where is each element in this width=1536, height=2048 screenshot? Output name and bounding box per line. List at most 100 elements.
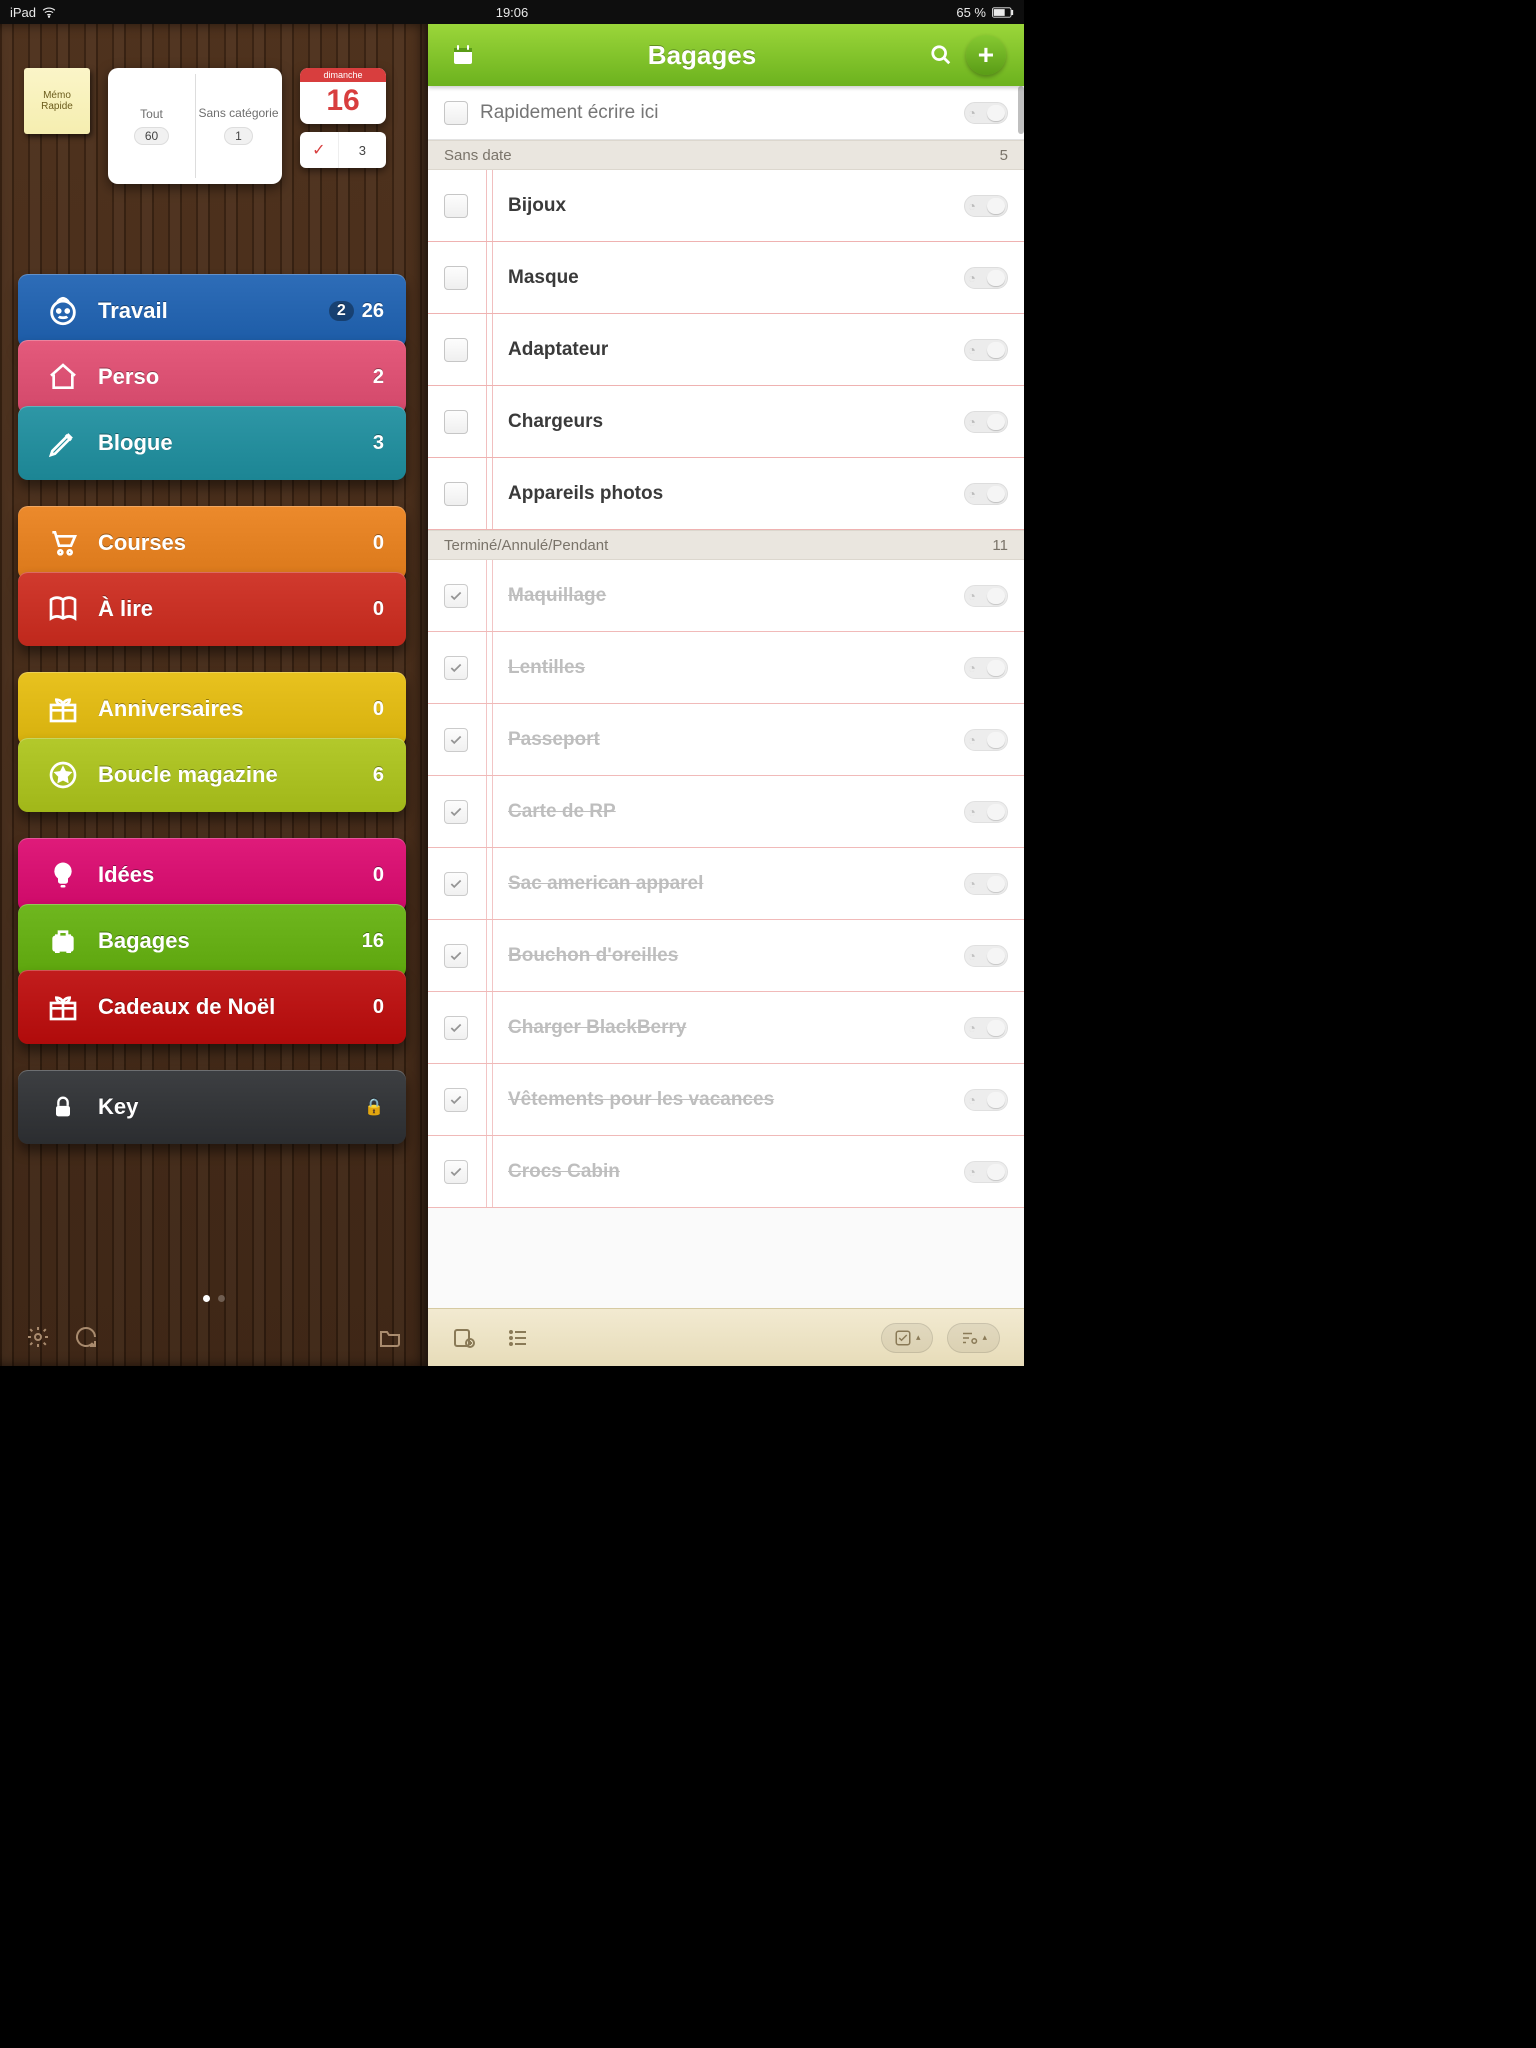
- category-key[interactable]: Key🔒: [18, 1070, 406, 1144]
- task-checkbox[interactable]: [444, 656, 468, 680]
- task-date-toggle[interactable]: [964, 585, 1008, 607]
- quick-add-date-toggle[interactable]: [964, 102, 1008, 124]
- category-bagages[interactable]: Bagages16: [18, 904, 406, 978]
- sync-button[interactable]: [72, 1323, 100, 1351]
- task-date-toggle[interactable]: [964, 1161, 1008, 1183]
- task-text: Chargeurs: [468, 411, 964, 433]
- search-button[interactable]: [924, 38, 958, 72]
- category-courses[interactable]: Courses0: [18, 506, 406, 580]
- category-label: À lire: [90, 596, 373, 622]
- task-checkbox[interactable]: [444, 194, 468, 218]
- category-label: Courses: [90, 530, 373, 556]
- category-travail[interactable]: Travail226: [18, 274, 406, 348]
- category-label: Cadeaux de Noël: [90, 994, 373, 1020]
- task-checkbox[interactable]: [444, 1016, 468, 1040]
- task-date-toggle[interactable]: [964, 411, 1008, 433]
- star-icon: [36, 759, 90, 791]
- category-label: Perso: [90, 364, 373, 390]
- page-indicator[interactable]: [203, 1295, 225, 1302]
- task-row[interactable]: Maquillage: [428, 560, 1024, 632]
- book-uncat-label: Sans catégorie: [198, 107, 278, 120]
- category-label: Bagages: [90, 928, 362, 954]
- status-bar: iPad 19:06 65 %: [0, 0, 1024, 24]
- calendar-widget[interactable]: dimanche 16: [300, 68, 386, 124]
- task-text: Masque: [468, 267, 964, 289]
- task-row[interactable]: Bouchon d'oreilles: [428, 920, 1024, 992]
- done-widget[interactable]: ✓ 3: [300, 132, 386, 168]
- task-row[interactable]: Masque: [428, 242, 1024, 314]
- task-date-toggle[interactable]: [964, 339, 1008, 361]
- task-checkbox[interactable]: [444, 584, 468, 608]
- task-row[interactable]: Adaptateur: [428, 314, 1024, 386]
- task-row[interactable]: Passeport: [428, 704, 1024, 776]
- category-label: Travail: [90, 298, 329, 324]
- wifi-icon: [42, 5, 56, 19]
- task-row[interactable]: Chargeurs: [428, 386, 1024, 458]
- task-checkbox[interactable]: [444, 1160, 468, 1184]
- task-checkbox[interactable]: [444, 728, 468, 752]
- task-checkbox[interactable]: [444, 944, 468, 968]
- task-date-toggle[interactable]: [964, 1089, 1008, 1111]
- lock-icon: 🔒: [364, 1097, 384, 1117]
- settings-button[interactable]: [24, 1323, 52, 1351]
- task-row[interactable]: Vêtements pour les vacances: [428, 1064, 1024, 1136]
- calendar-button[interactable]: [446, 38, 480, 72]
- task-date-toggle[interactable]: [964, 729, 1008, 751]
- category-label: Idées: [90, 862, 373, 888]
- battery-label: 65 %: [956, 5, 986, 20]
- task-text: Maquillage: [468, 585, 964, 607]
- task-row[interactable]: Carte de RP: [428, 776, 1024, 848]
- task-date-toggle[interactable]: [964, 1017, 1008, 1039]
- task-date-toggle[interactable]: [964, 267, 1008, 289]
- task-date-toggle[interactable]: [964, 483, 1008, 505]
- category-perso[interactable]: Perso2: [18, 340, 406, 414]
- category-blogue[interactable]: Blogue3: [18, 406, 406, 480]
- task-checkbox[interactable]: [444, 338, 468, 362]
- task-date-toggle[interactable]: [964, 657, 1008, 679]
- check-icon: ✓: [300, 132, 339, 168]
- task-row[interactable]: Crocs Cabin: [428, 1136, 1024, 1208]
- add-button[interactable]: +: [966, 35, 1006, 75]
- category-badge: 2: [329, 301, 354, 321]
- book-all-count: 60: [134, 127, 169, 145]
- edit-list-button[interactable]: [452, 1326, 476, 1350]
- task-checkbox[interactable]: [444, 800, 468, 824]
- task-row[interactable]: Charger BlackBerry: [428, 992, 1024, 1064]
- task-text: Lentilles: [468, 657, 964, 679]
- task-row[interactable]: Sac american apparel: [428, 848, 1024, 920]
- category-count: 0: [373, 598, 384, 621]
- task-row[interactable]: Bijoux: [428, 170, 1024, 242]
- task-checkbox[interactable]: [444, 266, 468, 290]
- task-text: Bouchon d'oreilles: [468, 945, 964, 967]
- category-label: Key: [90, 1094, 364, 1120]
- folder-button[interactable]: [376, 1323, 404, 1351]
- task-checkbox[interactable]: [444, 482, 468, 506]
- task-row[interactable]: Appareils photos: [428, 458, 1024, 530]
- book-all-label: Tout: [140, 107, 163, 121]
- quick-add-checkbox[interactable]: [444, 101, 468, 125]
- list-view-button[interactable]: [506, 1326, 530, 1350]
- task-text: Charger BlackBerry: [468, 1017, 964, 1039]
- quick-add-row: [428, 86, 1024, 140]
- category-noel[interactable]: Cadeaux de Noël0: [18, 970, 406, 1044]
- task-checkbox[interactable]: [444, 410, 468, 434]
- detail-header: Bagages +: [428, 24, 1024, 86]
- task-date-toggle[interactable]: [964, 873, 1008, 895]
- task-date-toggle[interactable]: [964, 801, 1008, 823]
- quick-add-input[interactable]: [480, 102, 952, 124]
- book-widget[interactable]: Tout 60 Sans catégorie 1: [108, 68, 282, 184]
- task-text: Adaptateur: [468, 339, 964, 361]
- bulk-check-button[interactable]: ▴: [881, 1323, 934, 1353]
- task-date-toggle[interactable]: [964, 945, 1008, 967]
- category-anniv[interactable]: Anniversaires0: [18, 672, 406, 746]
- task-date-toggle[interactable]: [964, 195, 1008, 217]
- task-checkbox[interactable]: [444, 872, 468, 896]
- category-boucle[interactable]: Boucle magazine6: [18, 738, 406, 812]
- quick-memo[interactable]: Mémo Rapide: [24, 68, 90, 134]
- sort-button[interactable]: ▴: [947, 1323, 1000, 1353]
- category-idees[interactable]: Idées0: [18, 838, 406, 912]
- task-checkbox[interactable]: [444, 1088, 468, 1112]
- task-row[interactable]: Lentilles: [428, 632, 1024, 704]
- category-alire[interactable]: À lire0: [18, 572, 406, 646]
- bulb-icon: [36, 860, 90, 890]
